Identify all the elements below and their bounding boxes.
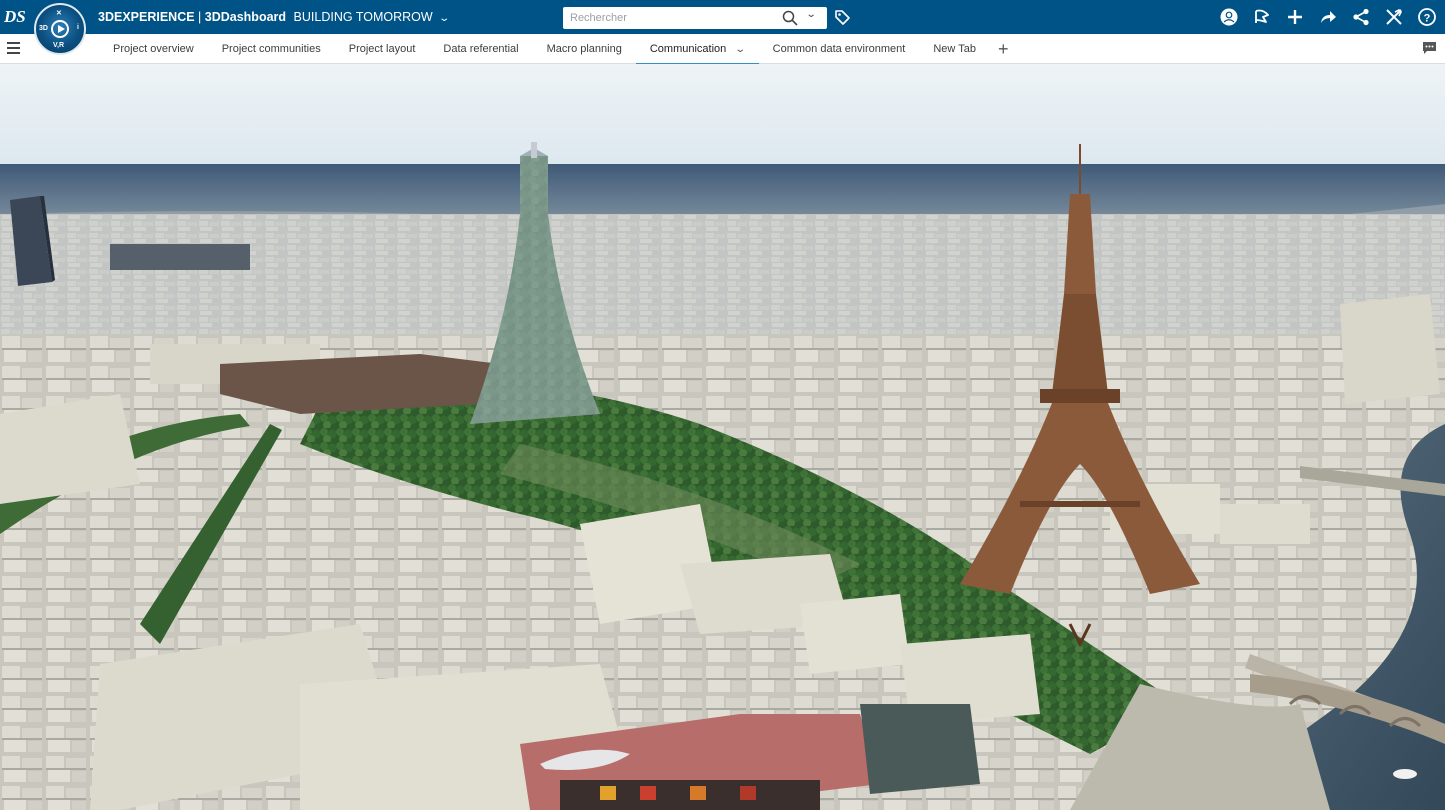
svg-text:DS: DS bbox=[4, 7, 26, 26]
hamburger-menu-icon[interactable] bbox=[7, 42, 20, 54]
tools-icon[interactable] bbox=[1382, 5, 1406, 29]
tab-project-communities[interactable]: Project communities bbox=[208, 34, 335, 64]
app-name: 3DDashboard bbox=[204, 10, 287, 24]
tab-common-data-environment[interactable]: Common data environment bbox=[759, 34, 920, 64]
social-share-icon[interactable] bbox=[1349, 5, 1373, 29]
tab-menu-chevron-icon[interactable]: ⌄ bbox=[735, 44, 747, 55]
search-icon[interactable] bbox=[782, 10, 798, 26]
svg-text:?: ? bbox=[1424, 12, 1431, 24]
tab-label: New Tab bbox=[933, 43, 976, 55]
brand-name: 3DEXPERIENCE bbox=[98, 10, 195, 24]
tab-communication[interactable]: Communication ⌄ bbox=[635, 34, 759, 65]
dashboard-name: BUILDING TOMORROW bbox=[293, 10, 433, 24]
user-profile-icon[interactable] bbox=[1217, 5, 1241, 29]
compass-east: i bbox=[77, 24, 79, 31]
search-scope-chevron-icon[interactable]: ⌄ bbox=[806, 9, 817, 20]
compass-icon[interactable]: ✕ 3D i V,R bbox=[34, 3, 86, 55]
compass-version: V,R bbox=[53, 42, 65, 49]
city-scene bbox=[0, 64, 1445, 810]
tab-label: Project communities bbox=[221, 43, 321, 55]
tab-macro-planning[interactable]: Macro planning bbox=[533, 34, 636, 64]
tab-data-referential[interactable]: Data referential bbox=[429, 34, 532, 64]
tab-label: Project overview bbox=[113, 43, 194, 55]
search-box: ⌄ bbox=[563, 7, 827, 29]
tab-label: Macro planning bbox=[546, 43, 622, 55]
compass-play-icon[interactable] bbox=[51, 20, 69, 38]
add-tab-plus-icon[interactable]: + bbox=[990, 34, 1017, 64]
share-arrow-icon[interactable] bbox=[1316, 5, 1340, 29]
help-icon[interactable]: ? bbox=[1415, 5, 1439, 29]
chevron-down-icon[interactable]: ⌄ bbox=[438, 13, 450, 24]
3d-city-viewport[interactable] bbox=[0, 64, 1445, 810]
tab-label: Data referential bbox=[443, 43, 519, 55]
tab-project-layout[interactable]: Project layout bbox=[335, 34, 430, 64]
title-separator: | bbox=[194, 10, 205, 24]
toolbar-actions: ? bbox=[1217, 5, 1439, 29]
tab-label: Communication bbox=[649, 43, 727, 55]
share-flag-icon[interactable] bbox=[1250, 5, 1274, 29]
compass-label: 3D bbox=[39, 25, 48, 32]
plus-icon[interactable] bbox=[1283, 5, 1307, 29]
chat-icon[interactable] bbox=[1422, 41, 1437, 55]
top-bar: DS ✕ 3D i V,R 3DEXPERIENCE | 3DDashboard… bbox=[0, 0, 1445, 55]
tab-label: Common data environment bbox=[772, 43, 906, 55]
app-title[interactable]: 3DEXPERIENCE | 3DDashboard BUILDING TOMO… bbox=[98, 10, 450, 24]
search-input[interactable] bbox=[570, 12, 770, 24]
tab-new-tab[interactable]: New Tab bbox=[919, 34, 990, 64]
tab-project-overview[interactable]: Project overview bbox=[99, 34, 208, 64]
dashboard-tabs: Project overview Project communities Pro… bbox=[99, 34, 1017, 65]
tab-bar: Project overview Project communities Pro… bbox=[0, 34, 1445, 65]
compass-north: ✕ bbox=[56, 10, 62, 17]
tag-icon[interactable] bbox=[834, 9, 851, 26]
tab-label: Project layout bbox=[348, 43, 416, 55]
ds-logo-icon[interactable]: DS bbox=[4, 6, 26, 26]
